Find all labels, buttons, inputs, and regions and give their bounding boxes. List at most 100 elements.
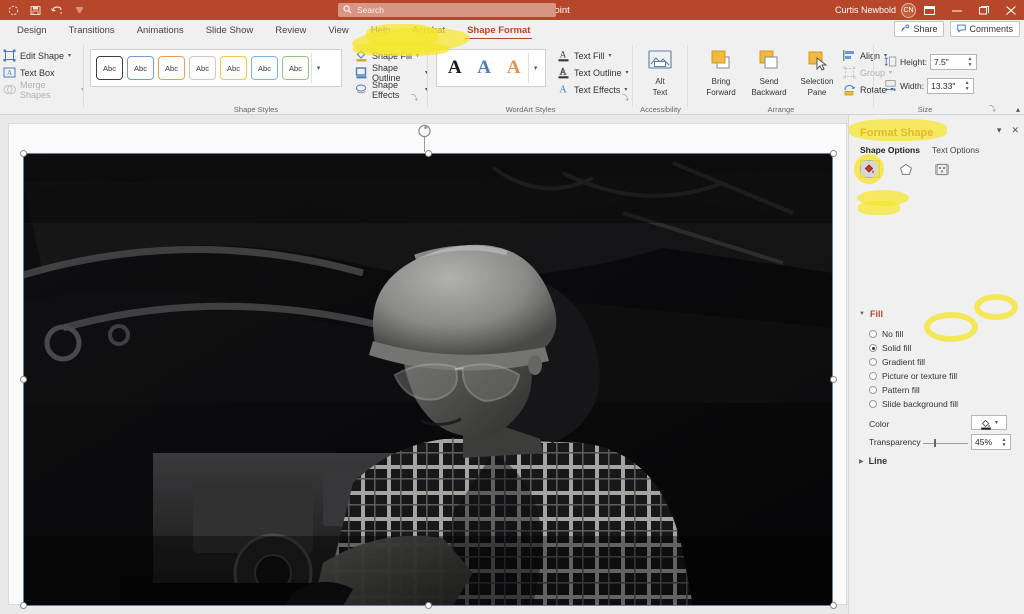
- edit-shape-button[interactable]: Edit Shape ▾: [0, 47, 84, 64]
- fill-section-header[interactable]: ▼ Fill: [859, 309, 883, 319]
- shape-style-item[interactable]: Abc: [158, 56, 185, 80]
- shape-style-item[interactable]: Abc: [96, 56, 123, 80]
- height-stepper[interactable]: ▲▼: [966, 55, 974, 71]
- bring-forward-button[interactable]: Bring Forward: [698, 45, 744, 97]
- user-account[interactable]: Curtis Newbold CN: [835, 2, 916, 18]
- fill-option-picture-or-texture-fill[interactable]: Picture or texture fill: [869, 371, 957, 381]
- slide-canvas[interactable]: [8, 123, 847, 605]
- line-section-title: Line: [869, 456, 888, 466]
- height-input[interactable]: 7.5" ▲▼: [930, 54, 977, 70]
- resize-handle-se[interactable]: [830, 602, 837, 609]
- search-input[interactable]: Search: [338, 3, 556, 17]
- fill-option-slide-background-fill[interactable]: Slide background fill: [869, 399, 958, 409]
- share-button[interactable]: Share: [894, 21, 944, 37]
- close-icon[interactable]: ✕: [1011, 125, 1019, 136]
- fill-option-gradient-fill[interactable]: Gradient fill: [869, 357, 925, 367]
- tab-view[interactable]: View: [317, 20, 359, 41]
- tab-shape-options[interactable]: Shape Options: [860, 145, 920, 157]
- selection-pane-button[interactable]: Selection Pane: [794, 45, 840, 97]
- chevron-up-icon[interactable]: ▴: [1016, 105, 1020, 114]
- radio-button[interactable]: [869, 372, 877, 380]
- radio-button[interactable]: [869, 358, 877, 366]
- ribbon-display-options-button[interactable]: [916, 0, 943, 20]
- wordart-styles-gallery[interactable]: A A A ▾: [436, 49, 546, 87]
- resize-handle-n[interactable]: [425, 150, 432, 157]
- pane-options-chevron-down-icon[interactable]: ▾: [997, 125, 1002, 136]
- shape-style-item[interactable]: Abc: [127, 56, 154, 80]
- resize-handle-e[interactable]: [830, 376, 837, 383]
- effects-pentagon-icon[interactable]: [896, 160, 916, 178]
- tab-design[interactable]: Design: [6, 20, 58, 41]
- shape-style-item[interactable]: Abc: [220, 56, 247, 80]
- avatar[interactable]: CN: [901, 3, 916, 18]
- wordart-style-item[interactable]: A: [440, 54, 469, 82]
- wordart-dialog-launcher[interactable]: ⤵: [622, 93, 629, 103]
- text-box-button[interactable]: A Text Box: [0, 64, 84, 81]
- shape-styles-dialog-launcher[interactable]: ⤵: [411, 93, 418, 103]
- tab-acrobat[interactable]: Acrobat: [401, 20, 456, 41]
- resize-handle-w[interactable]: [20, 376, 27, 383]
- shape-outline-button[interactable]: Shape Outline ▾: [352, 64, 428, 81]
- transparency-slider[interactable]: [923, 443, 968, 444]
- fill-option-no-fill[interactable]: No fill: [869, 329, 903, 339]
- wordart-style-item[interactable]: A: [469, 54, 498, 82]
- fill-option-solid-fill[interactable]: Solid fill: [869, 343, 911, 353]
- undo-icon[interactable]: [46, 1, 68, 19]
- wordart-style-item[interactable]: A: [499, 54, 528, 82]
- tab-review[interactable]: Review: [264, 20, 317, 41]
- radio-button[interactable]: [869, 344, 877, 352]
- line-section-header[interactable]: ▶ Line: [859, 456, 887, 466]
- send-backward-button[interactable]: Send Backward: [746, 45, 792, 97]
- resize-handle-sw[interactable]: [20, 602, 27, 609]
- size-and-properties-icon[interactable]: [932, 160, 952, 178]
- text-effects-button[interactable]: A Text Effects ▾: [554, 81, 629, 98]
- fill-option-pattern-fill[interactable]: Pattern fill: [869, 385, 920, 395]
- transparency-stepper[interactable]: ▲▼: [1000, 435, 1008, 451]
- comments-button[interactable]: Comments: [950, 21, 1020, 37]
- resize-handle-s[interactable]: [425, 602, 432, 609]
- customize-qat-icon[interactable]: [68, 1, 90, 19]
- fill-color-button[interactable]: ▾: [971, 415, 1007, 430]
- wordart-styles-more-icon[interactable]: ▾: [528, 53, 542, 83]
- save-icon[interactable]: [24, 1, 46, 19]
- close-button[interactable]: [997, 0, 1024, 20]
- alt-text-button[interactable]: Alt Text: [637, 45, 683, 97]
- width-stepper[interactable]: ▲▼: [963, 79, 971, 95]
- ribbon-group-accessibility: Alt Text Accessibility: [633, 41, 688, 115]
- tab-slide-show[interactable]: Slide Show: [195, 20, 265, 41]
- resize-handle-ne[interactable]: [830, 150, 837, 157]
- radio-button[interactable]: [869, 330, 877, 338]
- shape-style-item[interactable]: Abc: [282, 56, 309, 80]
- tab-transitions[interactable]: Transitions: [58, 20, 126, 41]
- tab-shape-format[interactable]: Shape Format: [456, 20, 541, 41]
- fill-and-line-icon[interactable]: [860, 160, 880, 178]
- autosave-toggle[interactable]: [2, 1, 24, 19]
- tab-animations[interactable]: Animations: [126, 20, 195, 41]
- shape-styles-more-icon[interactable]: ▾: [311, 53, 325, 83]
- wordart-styles-group-label: WordArt Styles: [428, 105, 633, 114]
- height-value: 7.5": [934, 57, 949, 67]
- tab-text-options[interactable]: Text Options: [932, 145, 979, 157]
- radio-button[interactable]: [869, 400, 877, 408]
- text-fill-icon: A: [557, 49, 570, 62]
- minimize-button[interactable]: [943, 0, 970, 20]
- chevron-down-icon[interactable]: ▾: [995, 419, 998, 426]
- transparency-slider-knob[interactable]: [934, 439, 936, 447]
- shape-fill-button[interactable]: Shape Fill ▾: [352, 47, 428, 64]
- transparency-input[interactable]: 45% ▲▼: [971, 434, 1011, 450]
- radio-button[interactable]: [869, 386, 877, 394]
- size-dialog-launcher[interactable]: ⤵: [989, 104, 996, 114]
- picture-shape[interactable]: [23, 153, 833, 606]
- width-input[interactable]: 13.33" ▲▼: [927, 78, 974, 94]
- edit-shape-icon: [3, 49, 16, 62]
- tab-help[interactable]: Help: [360, 20, 402, 41]
- rotate-handle-icon[interactable]: [417, 124, 432, 138]
- shape-styles-gallery[interactable]: Abc Abc Abc Abc Abc Abc Abc ▾: [90, 49, 342, 87]
- text-fill-button[interactable]: A Text Fill ▾: [554, 47, 629, 64]
- resize-handle-nw[interactable]: [20, 150, 27, 157]
- shape-style-item[interactable]: Abc: [189, 56, 216, 80]
- text-outline-button[interactable]: A Text Outline ▾: [554, 64, 629, 81]
- shape-style-item[interactable]: Abc: [251, 56, 278, 80]
- text-box-icon: A: [3, 66, 16, 79]
- restore-button[interactable]: [970, 0, 997, 20]
